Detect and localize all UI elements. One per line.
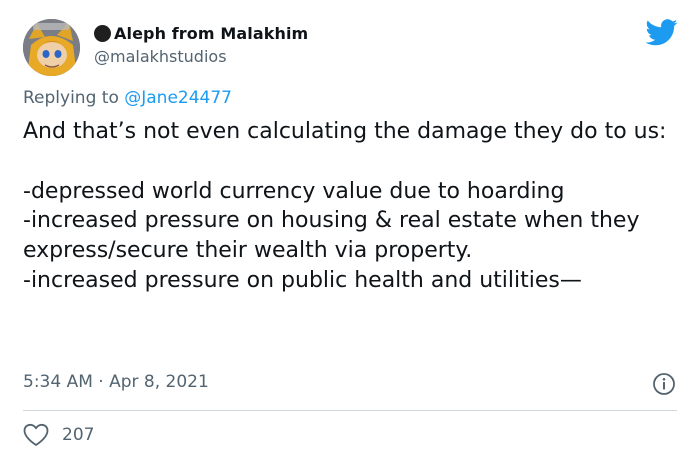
like-button[interactable]: 207 bbox=[23, 423, 94, 447]
reply-mention-link[interactable]: @Jane24477 bbox=[124, 88, 232, 108]
tweet-timestamp[interactable]: 5:34 AM · Apr 8, 2021 bbox=[23, 372, 209, 392]
display-name[interactable]: Aleph from Malakhim bbox=[114, 24, 308, 43]
heart-icon bbox=[23, 423, 49, 446]
divider bbox=[23, 410, 677, 411]
like-count: 207 bbox=[62, 425, 95, 445]
twitter-bird-icon[interactable] bbox=[646, 19, 678, 46]
avatar[interactable] bbox=[23, 19, 80, 76]
tweet-text: And that’s not even calculating the dama… bbox=[23, 119, 667, 293]
replying-to: Replying to @Jane24477 bbox=[23, 88, 232, 108]
tweet-card: Aleph from Malakhim @malakhstudios Reply… bbox=[0, 0, 700, 463]
avatar-image bbox=[23, 19, 80, 76]
info-icon[interactable] bbox=[652, 372, 676, 396]
user-handle[interactable]: @malakhstudios bbox=[94, 47, 227, 66]
replying-to-label: Replying to bbox=[23, 88, 125, 108]
author-name-row[interactable]: Aleph from Malakhim bbox=[94, 21, 308, 45]
black-circle-icon bbox=[94, 24, 111, 42]
